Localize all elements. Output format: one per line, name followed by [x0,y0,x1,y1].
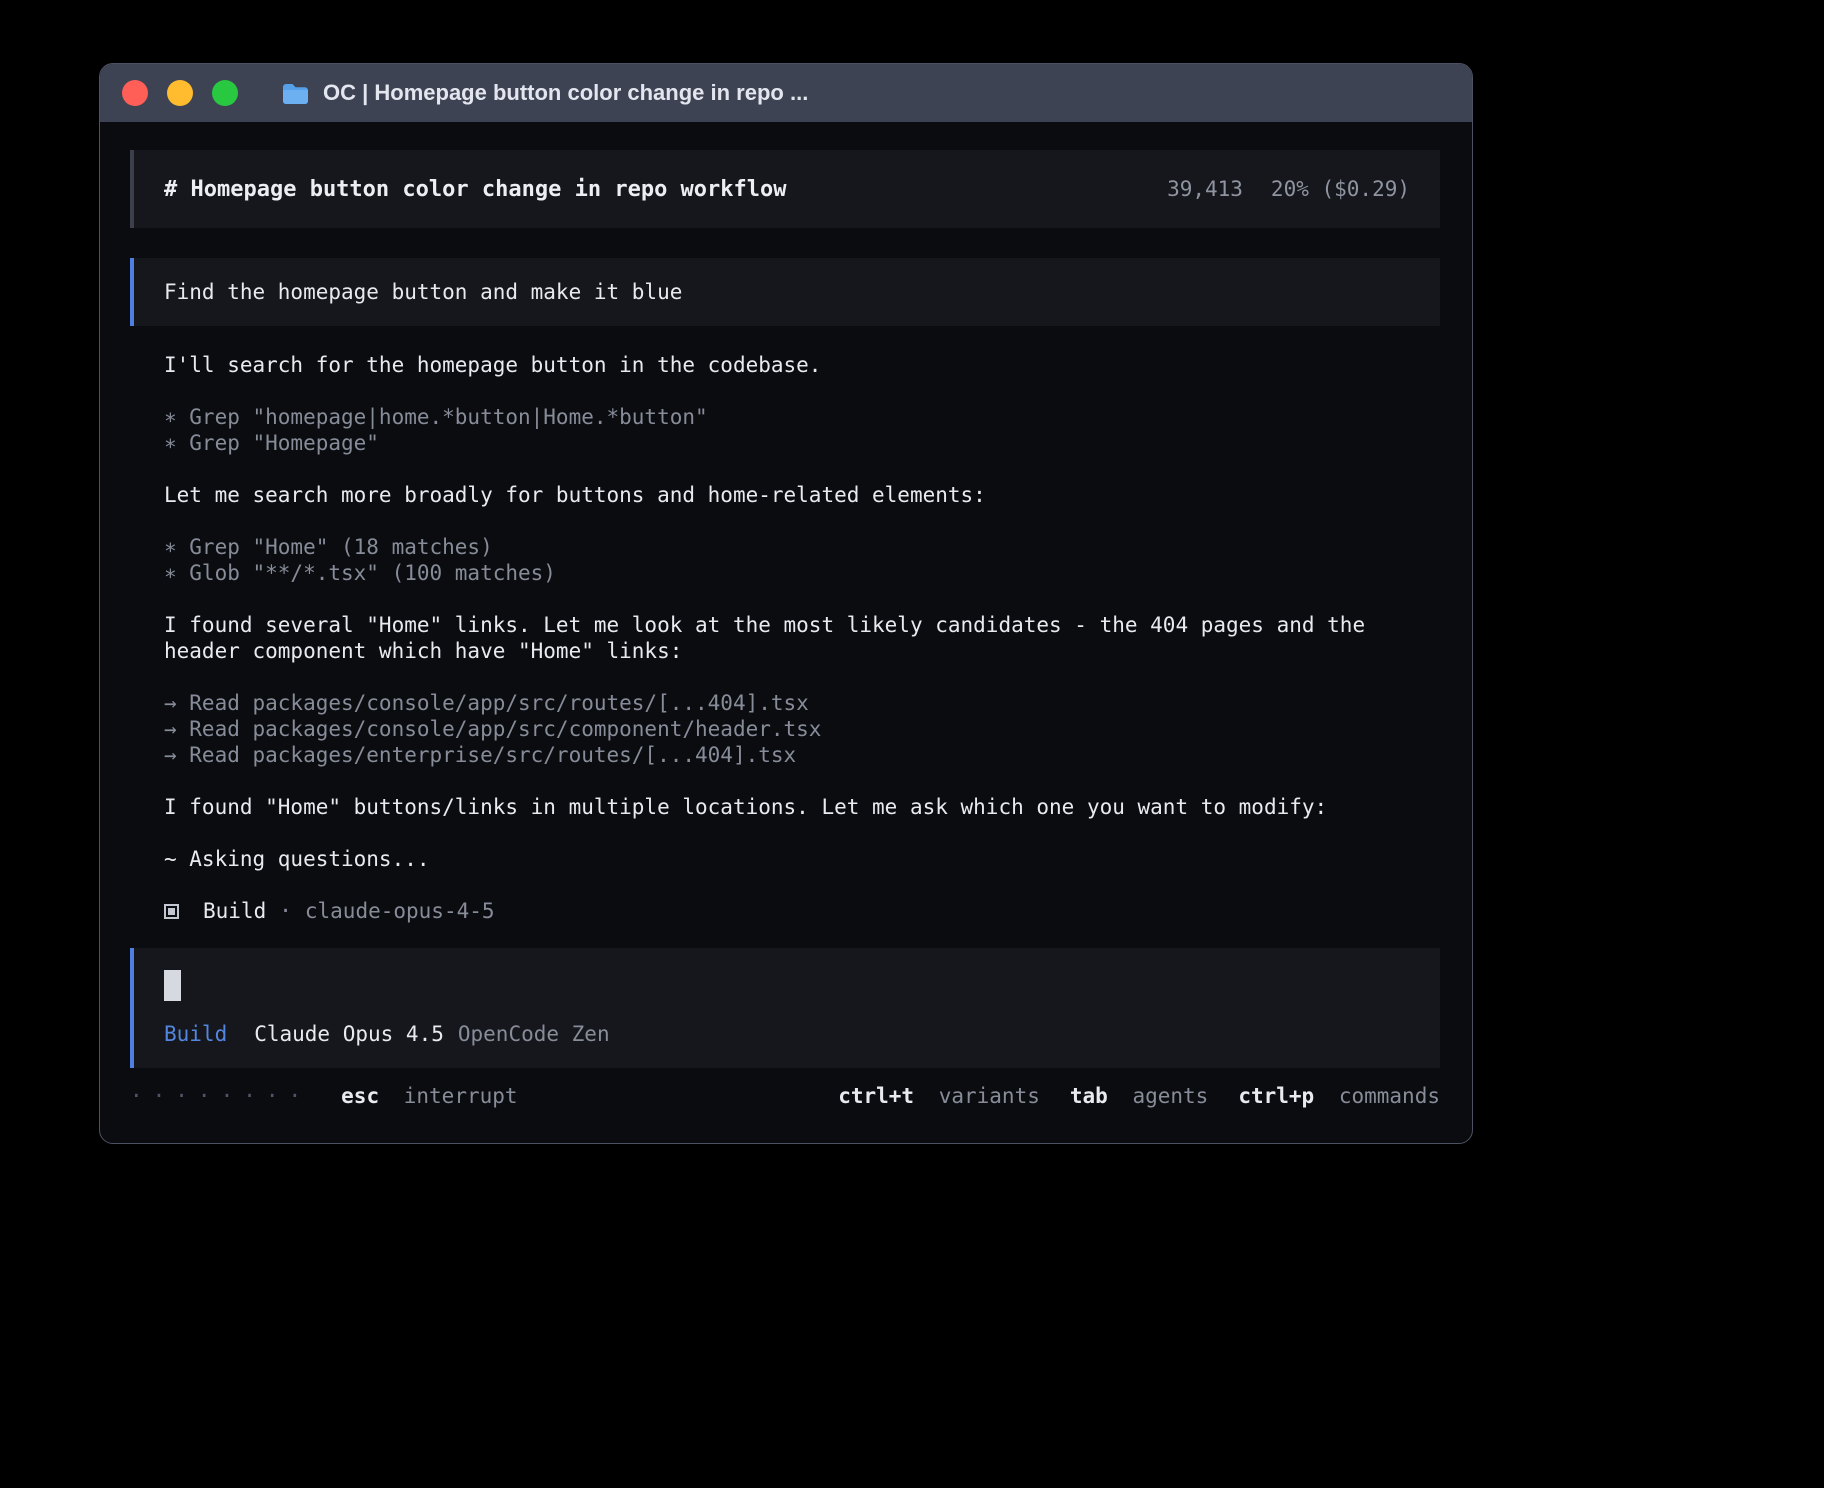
build-agent-icon [164,904,179,919]
tool-call-read: → Read packages/console/app/src/routes/[… [164,690,1422,716]
tool-call-read: → Read packages/console/app/src/componen… [164,716,1422,742]
model-selector-row[interactable]: Build Claude Opus 4.5 OpenCode Zen [164,1022,610,1046]
key-esc: esc [341,1084,379,1108]
agent-name: Build [203,898,266,924]
assistant-text: I found several "Home" links. Let me loo… [164,612,1422,664]
folder-icon [282,82,309,105]
label-variants: variants [939,1084,1040,1108]
assistant-transcript: I'll search for the homepage button in t… [164,352,1440,924]
key-ctrl-p: ctrl+p [1238,1084,1314,1108]
zoom-button[interactable] [212,80,238,106]
tool-call-grep: ∗ Grep "Homepage" [164,430,1422,456]
window-title: OC | Homepage button color change in rep… [323,80,808,106]
key-ctrl-t: ctrl+t [838,1084,914,1108]
hint-commands: ctrl+p commands [1238,1084,1440,1108]
tool-call-group: ∗ Grep "homepage|home.*button|Home.*butt… [164,404,1422,456]
tool-call-grep: ∗ Grep "homepage|home.*button|Home.*butt… [164,404,1422,430]
tool-call-glob: ∗ Glob "**/*.tsx" (100 matches) [164,560,1422,586]
session-header: # Homepage button color change in repo w… [130,150,1440,228]
agent-separator: · [279,898,292,924]
model-provider: OpenCode Zen [458,1022,610,1046]
assistant-text: I found "Home" buttons/links in multiple… [164,794,1422,820]
label-interrupt: interrupt [404,1084,518,1108]
session-title: # Homepage button color change in repo w… [164,177,787,202]
label-commands: commands [1339,1084,1440,1108]
user-message-text: Find the homepage button and make it blu… [164,280,682,304]
status-bar: ········ esc interrupt ctrl+t variants t… [130,1081,1440,1111]
assistant-text: Let me search more broadly for buttons a… [164,482,1422,508]
user-message: Find the homepage button and make it blu… [130,258,1440,326]
token-count: 39,413 [1167,177,1243,201]
text-cursor [164,970,181,1001]
agent-mode-label[interactable]: Build [164,1022,227,1046]
hint-variants: ctrl+t variants [838,1084,1040,1108]
terminal-window: OC | Homepage button color change in rep… [99,63,1473,1144]
traffic-lights [122,80,238,106]
close-button[interactable] [122,80,148,106]
working-status: ~ Asking questions... [164,846,1422,872]
session-stats: 39,413 20% ($0.29) [1167,177,1410,201]
status-bar-left: ········ esc interrupt [130,1081,518,1111]
window-titlebar[interactable]: OC | Homepage button color change in rep… [100,64,1472,122]
minimize-button[interactable] [167,80,193,106]
context-cost: 20% ($0.29) [1271,177,1410,201]
spinner-dots: ········ [130,1081,311,1111]
tool-call-grep: ∗ Grep "Home" (18 matches) [164,534,1422,560]
agent-model: claude-opus-4-5 [305,898,495,924]
label-agents: agents [1132,1084,1208,1108]
tool-call-group: ∗ Grep "Home" (18 matches) ∗ Glob "**/*.… [164,534,1422,586]
hint-interrupt: esc interrupt [341,1084,517,1108]
tool-call-read: → Read packages/enterprise/src/routes/[.… [164,742,1422,768]
status-bar-right: ctrl+t variants tab agents ctrl+p comman… [808,1084,1440,1108]
prompt-input[interactable]: Build Claude Opus 4.5 OpenCode Zen [130,948,1440,1068]
assistant-text: I'll search for the homepage button in t… [164,352,1422,378]
hint-agents: tab agents [1070,1084,1208,1108]
key-tab: tab [1070,1084,1108,1108]
model-name[interactable]: Claude Opus 4.5 [254,1022,444,1046]
terminal-content: # Homepage button color change in repo w… [100,122,1472,1111]
agent-badge: Build · claude-opus-4-5 [164,898,1422,924]
tool-call-group: → Read packages/console/app/src/routes/[… [164,690,1422,768]
